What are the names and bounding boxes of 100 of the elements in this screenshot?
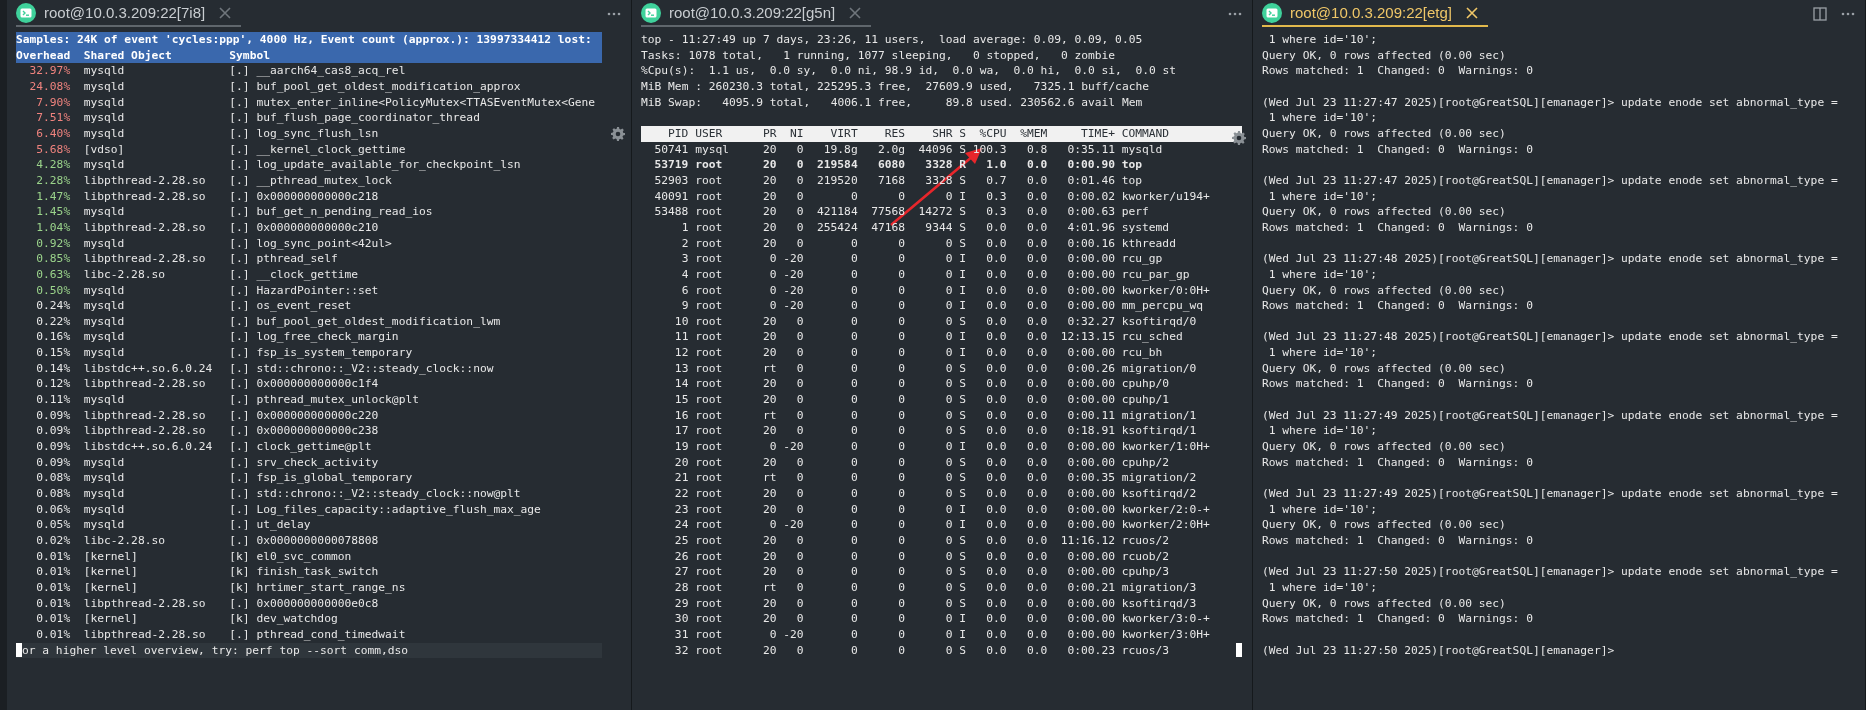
- symbol-cell: hrtimer_start_range_ns: [256, 579, 406, 596]
- symbol-cell: buf_pool_get_oldest_modification_approx: [256, 78, 521, 95]
- column-header: %MEM: [1019, 125, 1048, 142]
- table-cell-text: 9344: [924, 219, 953, 236]
- table-cell-text: 4:01.96: [1066, 219, 1115, 236]
- terminal-tab[interactable]: root@10.0.3.209:22[g5n]: [641, 0, 872, 27]
- table-cell-text: 20: [761, 564, 777, 580]
- output-line: 1 where id='10';: [1267, 188, 1379, 205]
- table-cell-text: 13: [673, 360, 689, 377]
- table-cell-text: 6080: [876, 157, 906, 173]
- table-cell-text: kworker/2:0-+: [1121, 501, 1211, 518]
- table-cell-text: 0: [849, 235, 858, 252]
- overhead-cell-text: 0.01%: [35, 611, 71, 627]
- table-cell-text: 0: [768, 298, 777, 314]
- table-cell-text: rt: [761, 470, 777, 487]
- table-cell-text: 20: [761, 376, 777, 393]
- table-cell-text: root: [695, 235, 724, 252]
- symbol-cell: fsp_is_global_temporary: [256, 470, 413, 487]
- split-view-icon[interactable]: [1813, 6, 1827, 21]
- table-cell-text: 15: [673, 392, 689, 408]
- output-line: Query OK, 0 rows affected (0.00 sec): [1262, 282, 1507, 299]
- table-cell-text: 0.0: [985, 470, 1007, 487]
- settings-icon[interactable]: [1232, 131, 1246, 145]
- table-cell-text: 77568: [870, 204, 906, 220]
- table-cell-text: root: [695, 266, 724, 283]
- table-cell-text: 0.0: [985, 266, 1007, 283]
- table-cell-text: kworker/0:0H+: [1121, 282, 1211, 299]
- terminal-icon: [16, 2, 36, 23]
- table-cell-text: 0.0: [985, 611, 1007, 627]
- overhead-cell-text: 1.47%: [35, 188, 71, 205]
- more-icon[interactable]: [1228, 11, 1242, 16]
- table-cell-text: root: [695, 360, 724, 377]
- table-cell-text: 0:00.00: [1066, 486, 1115, 502]
- object-cell-text: [kernel]: [82, 579, 139, 596]
- table-cell-text: 16: [673, 407, 689, 424]
- more-icon[interactable]: [607, 11, 621, 16]
- terminal-icon: [641, 2, 661, 23]
- terminal-tab[interactable]: root@10.0.3.209:22[7i8]: [16, 0, 242, 27]
- object-cell-text: mysqld: [82, 282, 126, 299]
- table-cell-text: 20: [761, 235, 777, 252]
- table-cell-text: root: [695, 313, 724, 330]
- table-cell-text: 0.0: [985, 251, 1007, 267]
- table-cell-text: 20: [761, 642, 777, 659]
- terminal-icon: [1262, 2, 1282, 23]
- more-icon[interactable]: [1841, 11, 1855, 16]
- output-line: Rows matched: 1 Changed: 0 Warnings: 0: [1262, 219, 1534, 236]
- table-cell-text: 0: [897, 548, 906, 565]
- table-cell-text: root: [695, 188, 724, 205]
- symbol-cell: log_sync_point<42ul>: [256, 235, 392, 252]
- overhead-cell-text: 4.28%: [35, 157, 71, 173]
- table-cell: I: [959, 345, 966, 361]
- table-cell-text: 0:00.00: [1066, 564, 1115, 580]
- table-cell-text: 0:00.00: [1066, 376, 1115, 393]
- overhead-cell-text: 32.97%: [28, 63, 71, 79]
- table-cell-text: 0.0: [985, 235, 1007, 252]
- object-cell-text: mysqld: [82, 313, 126, 330]
- symbol-type-cell-text: [.]: [229, 407, 251, 424]
- table-cell-text: 0.0: [985, 329, 1007, 346]
- table-cell-text: 0: [849, 454, 858, 471]
- table-cell-text: 0: [944, 376, 953, 393]
- output-line: Rows matched: 1 Changed: 0 Warnings: 0: [1262, 376, 1534, 393]
- table-cell: S: [959, 454, 966, 471]
- table-cell-text: 29: [673, 595, 689, 612]
- table-cell-text: 0: [897, 564, 906, 580]
- table-cell-text: 0:01.46: [1066, 172, 1115, 189]
- object-cell-text: mysqld: [82, 454, 126, 471]
- output-line: Rows matched: 1 Changed: 0 Warnings: 0: [1262, 454, 1534, 471]
- table-cell-text: 20: [761, 141, 777, 158]
- overhead-cell-text: 0.01%: [35, 564, 71, 580]
- symbol-type-cell-text: [.]: [229, 282, 251, 299]
- hint-text: or a higher level overview, try: perf top --sort comm,dso: [22, 642, 409, 659]
- overhead-cell-text: 0.08%: [35, 486, 71, 502]
- table-cell-text: 0: [897, 517, 906, 533]
- table-cell-text: 4: [680, 266, 689, 283]
- symbol-type-cell-text: [.]: [229, 235, 251, 252]
- table-cell-text: 20: [761, 204, 777, 220]
- table-cell-text: 25: [673, 533, 689, 549]
- table-cell: S: [959, 141, 966, 158]
- table-cell-text: 6: [680, 282, 689, 299]
- table-cell-text: 219520: [816, 172, 858, 189]
- symbol-type-cell-text: [.]: [229, 188, 251, 205]
- prompt-line: (Wed Jul 23 11:27:47 2025)[root@GreatSQL][emanager]> update enode set abnormal_type =: [1262, 94, 1839, 111]
- table-cell-text: migration/1: [1121, 407, 1198, 424]
- object-cell-text: mysqld: [82, 157, 126, 173]
- table-cell-text: root: [695, 470, 724, 487]
- symbol-cell: std::chrono::_V2::steady_clock::now: [256, 360, 494, 377]
- object-cell-text: mysqld: [82, 517, 126, 533]
- table-cell-text: 0: [897, 470, 906, 487]
- table-cell-text: 0.0: [985, 548, 1007, 565]
- table-cell-text: 0: [944, 626, 953, 643]
- table-cell-text: root: [695, 282, 724, 299]
- terminal-tab[interactable]: root@10.0.3.209:22[etg]: [1262, 0, 1488, 27]
- table-cell-text: 47168: [870, 219, 906, 236]
- table-cell-text: 0: [944, 251, 953, 267]
- output-line: Query OK, 0 rows affected (0.00 sec): [1262, 360, 1507, 377]
- object-cell-text: mysqld: [82, 63, 126, 79]
- table-cell-text: 0:00.00: [1066, 517, 1115, 533]
- table-cell-text: 0.3: [985, 188, 1007, 205]
- symbol-cell: 0x000000000000c1f4: [256, 376, 379, 393]
- table-cell: I: [959, 329, 966, 346]
